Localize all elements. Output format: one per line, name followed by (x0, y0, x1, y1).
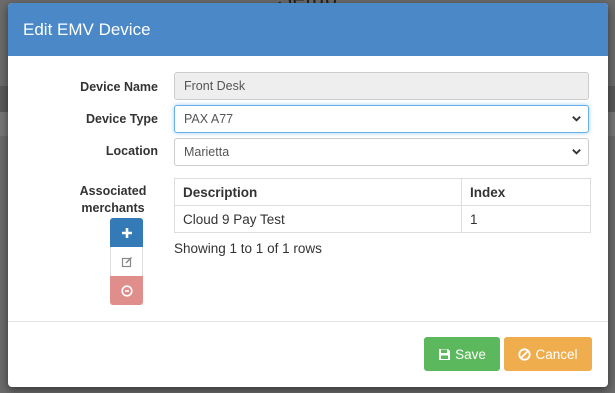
merchant-toolbar (110, 218, 143, 305)
add-merchant-button[interactable] (110, 218, 143, 247)
floppy-disk-icon (439, 348, 451, 360)
ban-icon (518, 347, 532, 361)
cancel-button[interactable]: Cancel (504, 337, 592, 371)
column-header-index[interactable]: Index (461, 178, 591, 206)
edit-emv-device-modal: Edit EMV Device Device Name Front Desk D… (8, 3, 608, 387)
pagination-summary: Showing 1 to 1 of 1 rows (174, 241, 322, 256)
edit-merchant-button[interactable] (110, 247, 143, 276)
device-name-value: Front Desk (184, 79, 246, 93)
plus-icon (121, 227, 132, 238)
device-type-value: PAX A77 (184, 112, 234, 126)
cancel-label: Cancel (535, 346, 578, 362)
device-type-label: Device Type (85, 112, 158, 126)
remove-circle-icon (120, 284, 133, 297)
save-button[interactable]: Save (424, 337, 500, 371)
device-name-label: Device Name (80, 80, 158, 94)
location-label: Location (105, 144, 158, 158)
associated-merchants-label: Associated merchants (79, 184, 147, 215)
chevron-down-icon (570, 113, 582, 125)
modal-body: Device Name Front Desk Device Type PAX A… (8, 56, 608, 321)
device-name-field[interactable]: Front Desk (174, 72, 589, 100)
table-row[interactable]: Cloud 9 Pay Test 1 (174, 205, 591, 233)
delete-merchant-button[interactable] (110, 276, 143, 305)
modal-footer: Save Cancel (8, 321, 608, 387)
modal-title: Edit EMV Device (23, 19, 151, 39)
cell-index: 1 (461, 205, 591, 233)
edit-icon (121, 256, 132, 267)
location-select[interactable]: Marietta (174, 138, 589, 166)
table-header-row: Description Index (174, 178, 591, 206)
column-header-description[interactable]: Description (174, 178, 462, 206)
cell-description: Cloud 9 Pay Test (174, 205, 462, 233)
modal-header: Edit EMV Device (8, 3, 608, 56)
save-label: Save (455, 346, 486, 362)
merchants-table: Description Index Cloud 9 Pay Test 1 (174, 178, 591, 233)
location-value: Marietta (184, 145, 230, 159)
chevron-down-icon (570, 146, 582, 158)
device-type-select[interactable]: PAX A77 (174, 105, 589, 133)
